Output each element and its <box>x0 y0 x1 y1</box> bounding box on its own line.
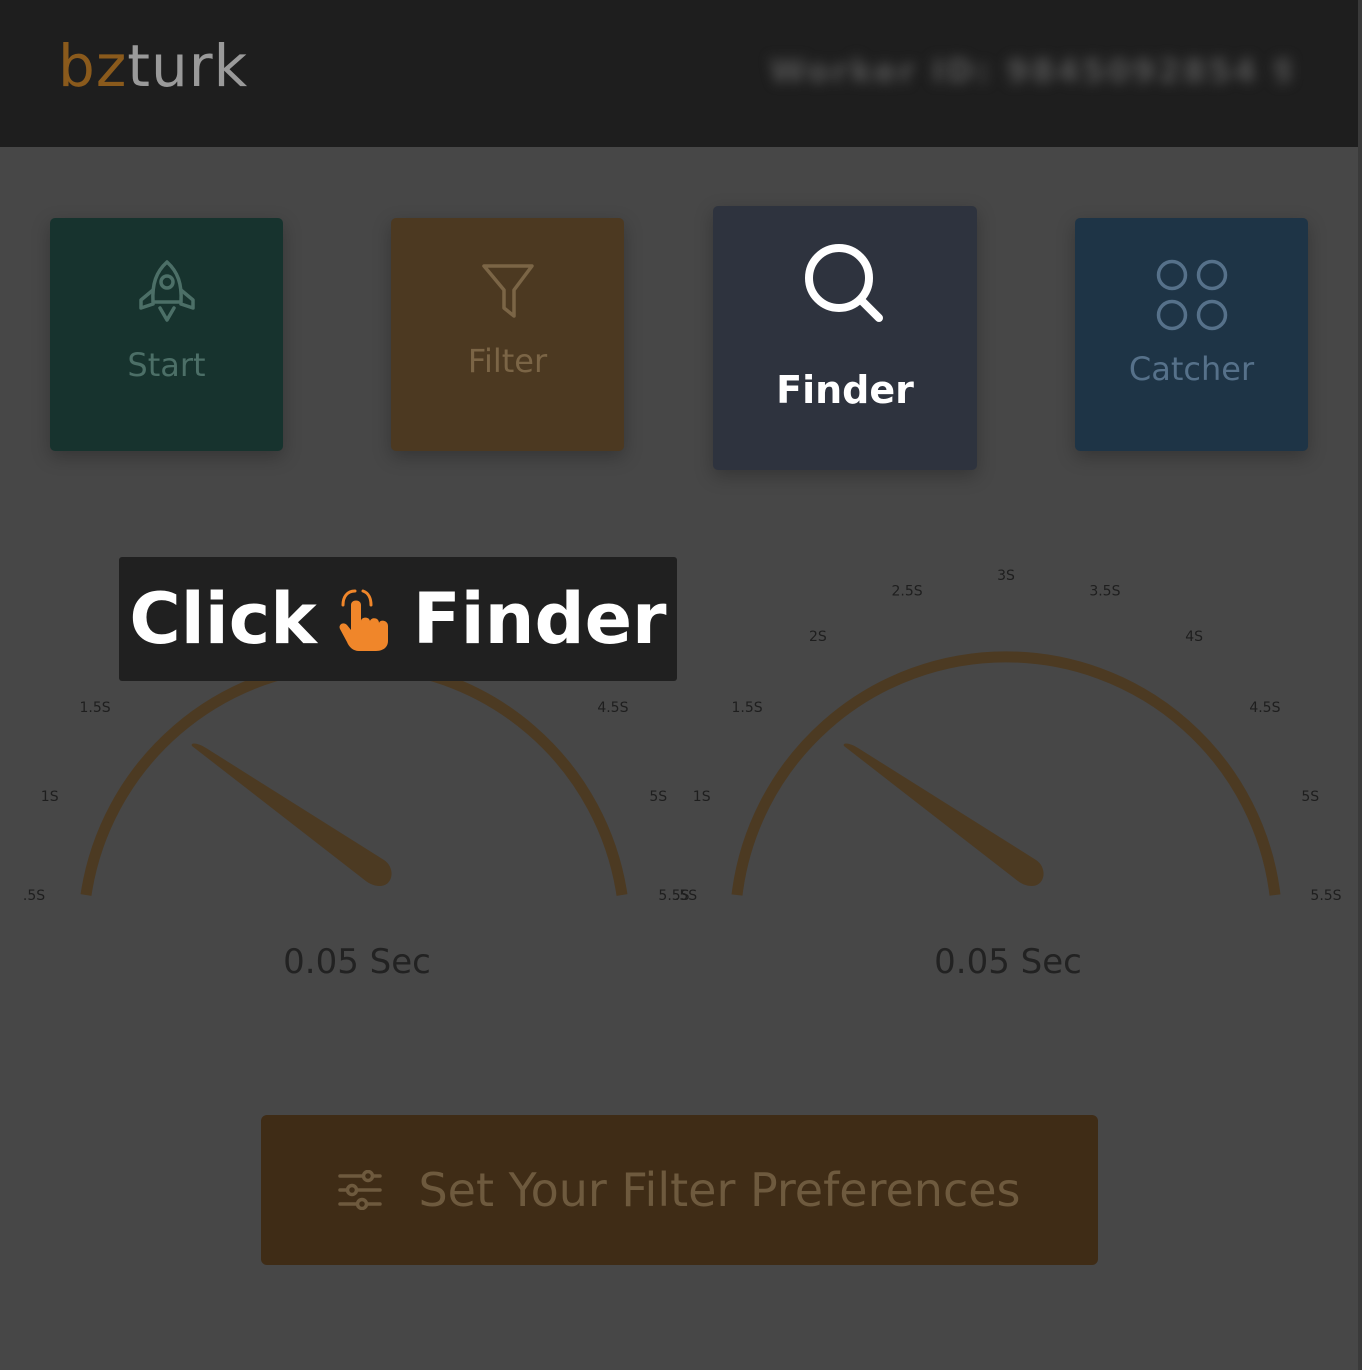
left-speed-gauge <box>80 658 628 896</box>
right-gauge-tick-label: 5.5S <box>1310 888 1341 904</box>
rocket-icon <box>138 260 195 322</box>
start-card-button[interactable]: Start <box>50 218 283 451</box>
catcher-label: Catcher <box>1128 350 1255 388</box>
left-gauge-tick-label: 1S <box>41 789 59 805</box>
set-filter-preferences-button[interactable]: Set Your Filter Preferences <box>261 1115 1098 1265</box>
finder-label: Finder <box>776 368 914 412</box>
catcher-card-button[interactable]: Catcher <box>1075 218 1308 451</box>
funnel-icon <box>481 264 534 318</box>
bzturk-logo[interactable]: bzturk <box>58 30 248 102</box>
right-gauge-tick-label: 2S <box>809 629 827 645</box>
scrollbar[interactable] <box>1358 0 1362 1370</box>
start-label: Start <box>127 346 206 384</box>
right-gauge-needle <box>843 743 1044 886</box>
logo-text-bz: bz <box>58 32 128 100</box>
right-gauge-tick-label: 3.5S <box>1089 584 1120 600</box>
right-gauge-tick-label: 3S <box>997 568 1015 584</box>
worker-id-blurred: Worker ID: 9845092854 98 <box>770 52 1290 90</box>
left-gauge-value: 0.05 Sec <box>283 942 431 982</box>
right-speed-gauge <box>731 651 1281 896</box>
right-gauge-tick-label: .5S <box>675 888 697 904</box>
search-icon <box>805 244 883 322</box>
top-header: bzturk Worker ID: 9845092854 98 <box>0 0 1358 147</box>
right-gauge-tick-label: 1S <box>693 789 711 805</box>
sliders-icon <box>338 1170 383 1210</box>
filter-card-button[interactable]: Filter <box>391 218 624 451</box>
set-filter-preferences-label: Set Your Filter Preferences <box>418 1163 1021 1217</box>
right-gauge-tick-label: 5S <box>1301 789 1319 805</box>
finder-card-button[interactable]: Finder <box>713 206 977 470</box>
left-gauge-tick-label: .5S <box>23 888 45 904</box>
logo-text-turk: turk <box>127 32 249 100</box>
left-gauge-tick-label: 1.5S <box>80 700 111 716</box>
grid-circles-icon <box>1156 259 1227 331</box>
left-gauge-tick-label: 4.5S <box>597 700 628 716</box>
right-gauge-tick-label: 1.5S <box>732 700 763 716</box>
right-gauge-tick-label: 2.5S <box>892 584 923 600</box>
left-gauge-tick-label: 5S <box>649 789 667 805</box>
right-gauge-tick-label: 4.5S <box>1249 700 1280 716</box>
pointing-hand-icon <box>339 589 388 651</box>
left-gauge-needle <box>191 743 392 886</box>
click-finder-tooltip: Click Finder <box>119 557 677 681</box>
banner-word-click: Click <box>129 578 317 660</box>
banner-word-finder: Finder <box>412 578 667 660</box>
right-gauge-value: 0.05 Sec <box>934 942 1082 982</box>
right-gauge-tick-label: 4S <box>1185 629 1203 645</box>
filter-label: Filter <box>467 342 548 380</box>
